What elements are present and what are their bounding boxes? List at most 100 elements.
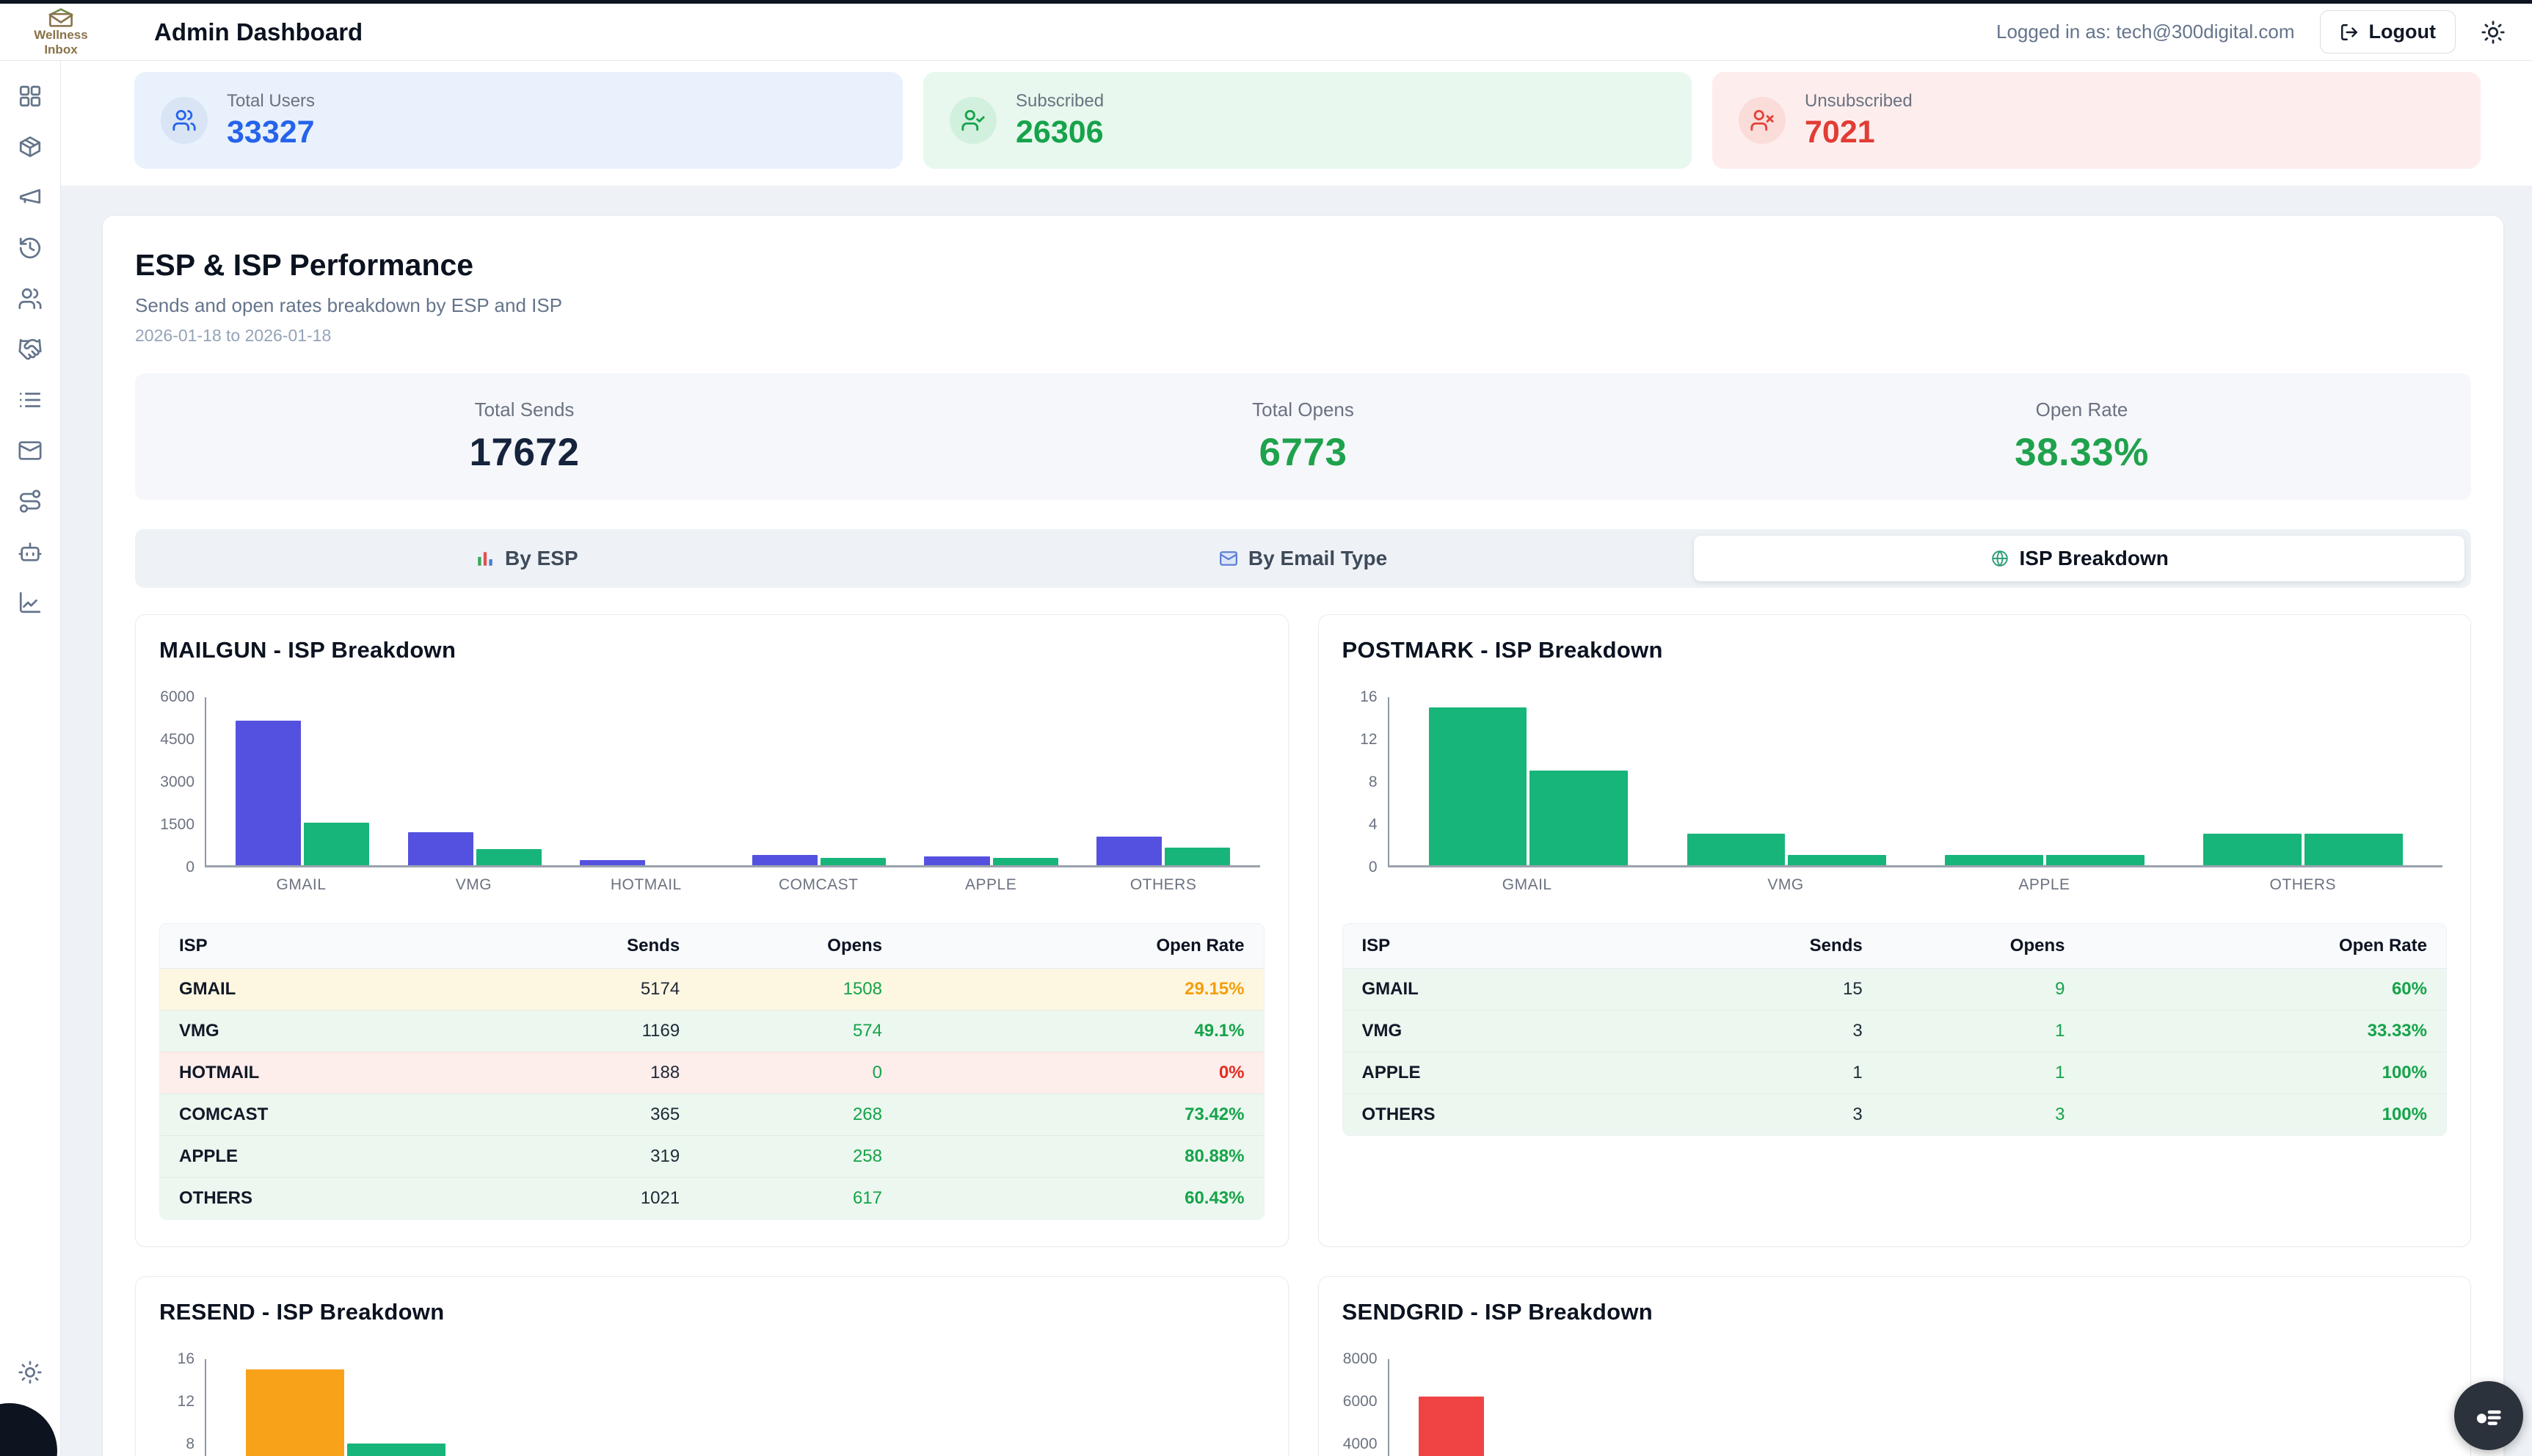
isp-cell: GMAIL [179, 979, 498, 1000]
sends-bar [580, 860, 645, 865]
dashboard-grid-icon[interactable] [17, 83, 43, 109]
isp-cell: APPLE [179, 1146, 498, 1167]
stats-strip: Total Users 33327 Subscribed 26306 [61, 61, 2532, 186]
chart-line-icon[interactable] [17, 589, 43, 616]
route-icon[interactable] [17, 488, 43, 514]
x-axis-label: APPLE [905, 876, 1077, 894]
sends-bar [1945, 855, 2043, 865]
table-body: GMAIL5174150829.15%VMG116957449.1%HOTMAI… [160, 969, 1264, 1219]
bar-group-others [2174, 697, 2432, 865]
open-rate: Open Rate 38.33% [1692, 398, 2471, 475]
y-axis-tick: 8 [186, 1435, 194, 1453]
y-axis-tick: 16 [1360, 688, 1377, 706]
table-header: ISPSendsOpensOpen Rate [1343, 924, 2447, 969]
open-rate-cell: 100% [2064, 1063, 2427, 1083]
y-axis-tick: 4000 [1343, 1435, 1378, 1453]
logout-button[interactable]: Logout [2320, 10, 2456, 54]
logout-label: Logout [2369, 21, 2436, 43]
handshake-icon[interactable] [17, 336, 43, 363]
bar-group-gmail [217, 697, 389, 865]
sends-bar [236, 721, 301, 865]
isp-bar-chart: 02000400060008000 GMAILVMGHOTMAILCOMCAST… [1342, 1359, 2448, 1456]
total-opens-label: Total Opens [914, 398, 1692, 421]
isp-table: ISPSendsOpensOpen Rate GMAIL5174150829.1… [159, 923, 1265, 1220]
user-check-icon [950, 97, 997, 144]
isp-row-apple: APPLE11100% [1343, 1052, 2447, 1093]
open-rate-cell: 80.88% [882, 1146, 1245, 1167]
sends-cell: 1169 [498, 1021, 680, 1041]
isp-row-others: OTHERS102161760.43% [160, 1177, 1264, 1219]
isp-row-vmg: VMG3133.33% [1343, 1010, 2447, 1052]
bar-group-apple [1916, 697, 2174, 865]
x-axis-labels: GMAILVMGHOTMAILCOMCASTAPPLEOTHERS [205, 876, 1260, 894]
tab-isp-breakdown[interactable]: ISP Breakdown [1694, 536, 2464, 581]
isp-cell: APPLE [1362, 1063, 1681, 1083]
package-icon[interactable] [17, 134, 43, 160]
totals-strip: Total Sends 17672 Total Opens 6773 Open … [135, 374, 2471, 500]
open-rate-cell: 73.42% [882, 1104, 1245, 1125]
x-axis-label: HOTMAIL [560, 876, 732, 894]
isp-cell: GMAIL [1362, 979, 1681, 1000]
bar-group-apple [733, 1359, 992, 1456]
bar-group-vmg [389, 697, 561, 865]
date-range: 2026-01-18 to 2026-01-18 [135, 326, 2471, 346]
esp-panel: POSTMARK - ISP Breakdown 0481216 GMAILVM… [1318, 614, 2472, 1247]
isp-row-apple: APPLE31925880.88% [160, 1135, 1264, 1177]
opens-bar [2304, 834, 2403, 865]
open-rate-cell: 60.43% [882, 1188, 1245, 1209]
bar-group-comcast [733, 697, 906, 865]
sends-bar [1687, 834, 1786, 865]
y-axis-tick: 6000 [1343, 1393, 1378, 1410]
history-icon[interactable] [17, 235, 43, 261]
opens-bar [304, 823, 369, 865]
y-axis-tick: 12 [1360, 731, 1377, 749]
y-axis-tick: 6000 [160, 688, 194, 706]
plot-area [1388, 697, 2443, 867]
x-axis-label: VMG [388, 876, 560, 894]
bar-group-others [1077, 697, 1250, 865]
tab-by-email-type[interactable]: By Email Type [918, 536, 1689, 581]
opens-cell: 1 [1863, 1063, 2065, 1083]
esp-panel: RESEND - ISP Breakdown 0481216 GMAILVMGA… [135, 1276, 1289, 1456]
bar-group-others [992, 1359, 1250, 1456]
opens-cell: 268 [680, 1104, 882, 1125]
bar-group-gmail [217, 1359, 475, 1456]
opens-bar [993, 858, 1058, 865]
esp-panel: MAILGUN - ISP Breakdown 0150030004500600… [135, 614, 1289, 1247]
bar-group-comcast [1916, 1359, 2088, 1456]
plot-area [205, 697, 1260, 867]
open-rate-cell: 29.15% [882, 979, 1245, 1000]
y-axis: 02000400060008000 [1342, 1359, 1388, 1456]
feedback-widget-button[interactable] [2454, 1381, 2523, 1450]
sends-bar [924, 856, 989, 865]
y-axis-tick: 4 [1369, 816, 1378, 834]
logout-icon [2340, 23, 2359, 42]
isp-cell: OTHERS [179, 1188, 498, 1209]
users-icon[interactable] [17, 285, 43, 312]
stat-value: 26306 [1016, 114, 1104, 150]
bot-icon[interactable] [17, 539, 43, 565]
open-rate-cell: 33.33% [2064, 1021, 2427, 1041]
tab-by-esp[interactable]: By ESP [142, 536, 912, 581]
mail-icon[interactable] [17, 437, 43, 464]
sends-bar [1419, 1397, 1484, 1456]
sends-bar [1429, 707, 1527, 865]
feedback-list-icon [2472, 1399, 2506, 1433]
sends-cell: 188 [498, 1063, 680, 1083]
stat-value: 7021 [1805, 114, 1913, 150]
list-icon[interactable] [17, 387, 43, 413]
app-logo[interactable]: Wellness Inbox [0, 8, 122, 57]
isp-row-hotmail: HOTMAIL18800% [160, 1052, 1264, 1093]
theme-toggle-button[interactable] [2481, 20, 2506, 45]
open-rate-label: Open Rate [1692, 398, 2471, 421]
y-axis-tick: 8000 [1343, 1350, 1378, 1368]
isp-cell: VMG [179, 1021, 498, 1041]
table-header: ISPSendsOpensOpen Rate [160, 924, 1264, 969]
isp-cell: OTHERS [1362, 1104, 1681, 1125]
open-rate-cell: 100% [2064, 1104, 2427, 1125]
isp-cell: COMCAST [179, 1104, 498, 1125]
stat-label: Total Users [227, 91, 315, 112]
megaphone-icon[interactable] [17, 184, 43, 211]
y-axis-tick: 1500 [160, 816, 194, 834]
theme-sun-icon[interactable] [17, 1359, 43, 1386]
